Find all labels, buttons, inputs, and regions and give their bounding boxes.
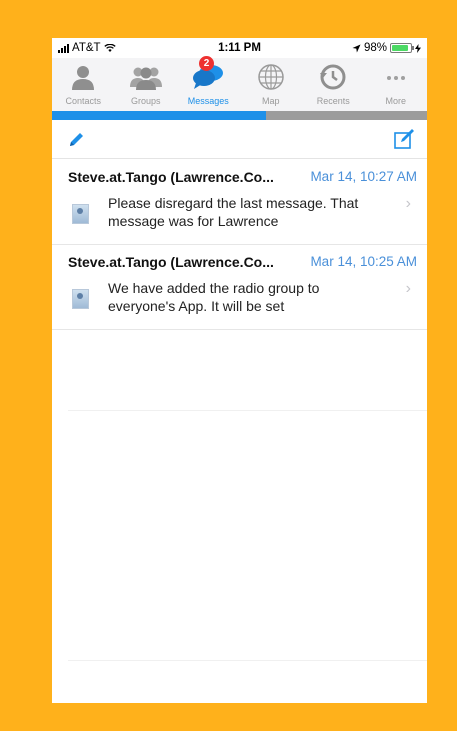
groups-icon: [129, 67, 162, 90]
tab-recents[interactable]: Recents: [302, 58, 365, 111]
location-arrow-icon: [352, 44, 361, 52]
message-preview: We have added the radio group to everyon…: [108, 280, 320, 314]
messages-badge: 2: [199, 56, 214, 71]
recents-icon: [320, 64, 346, 90]
tab-more[interactable]: More: [365, 58, 428, 111]
contact-avatar-icon: [72, 204, 89, 224]
empty-row-divider: [68, 410, 427, 411]
empty-row-divider: [68, 660, 427, 661]
message-preview: Please disregard the last message. That …: [108, 195, 359, 229]
message-time: Mar 14, 10:27 AM: [310, 169, 417, 184]
tab-map-label: Map: [261, 96, 280, 106]
tab-messages[interactable]: 2 Messages: [177, 56, 240, 111]
tab-recents-label: Recents: [316, 96, 350, 106]
contacts-icon: [72, 66, 95, 90]
tab-groups[interactable]: Groups: [115, 58, 178, 111]
message-row[interactable]: Steve.at.Tango (Lawrence.Co... Mar 14, 1…: [52, 159, 427, 245]
message-row[interactable]: Steve.at.Tango (Lawrence.Co... Mar 14, 1…: [52, 244, 427, 330]
chevron-right-icon: ›: [405, 195, 411, 212]
tab-more-label: More: [385, 96, 406, 106]
message-sender: Steve.at.Tango (Lawrence.Co...: [68, 254, 274, 270]
charging-icon: [415, 43, 421, 53]
tab-contacts[interactable]: Contacts: [52, 58, 115, 111]
message-time: Mar 14, 10:25 AM: [310, 254, 417, 269]
tab-contacts-label: Contacts: [65, 96, 102, 106]
contact-avatar-icon: [72, 289, 89, 309]
tab-map[interactable]: Map: [240, 58, 303, 111]
more-icon: [386, 76, 405, 80]
compose-icon[interactable]: [393, 128, 415, 150]
tab-messages-label: Messages: [187, 96, 229, 106]
load-progress-fill: [52, 111, 266, 120]
battery-percent: 98%: [363, 42, 387, 54]
chevron-right-icon: ›: [405, 280, 411, 297]
status-right: 98%: [352, 42, 421, 54]
message-sender: Steve.at.Tango (Lawrence.Co...: [68, 169, 274, 185]
messages-toolbar: [52, 120, 427, 159]
phone-screen: AT&T 1:11 PM 98% Contacts Groups 2 Messa…: [52, 38, 427, 703]
battery-fill: [392, 45, 408, 51]
status-bar: AT&T 1:11 PM 98%: [52, 38, 427, 58]
tab-groups-label: Groups: [130, 96, 161, 106]
map-icon: [258, 64, 284, 90]
tab-bar: Contacts Groups 2 Messages Map Recents M…: [52, 56, 428, 111]
load-progress-bar: [52, 111, 427, 120]
pencil-icon[interactable]: [68, 132, 84, 148]
battery-icon: [390, 43, 414, 53]
